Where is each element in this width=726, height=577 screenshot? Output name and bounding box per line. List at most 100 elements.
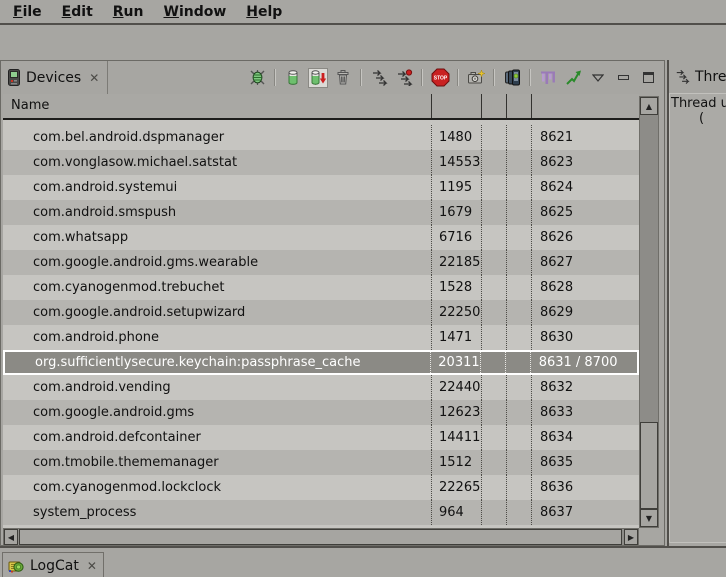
empty-cell — [481, 275, 506, 300]
tab-devices[interactable]: Devices ✕ — [1, 61, 108, 94]
process-name-cell: com.google.android.setupwizard — [3, 300, 431, 325]
table-row[interactable]: system_process 964 8637 — [3, 500, 639, 525]
devices-view: Devices ✕ — [0, 60, 665, 546]
table-row[interactable]: com.cyanogenmod.lockclock 22265 8636 — [3, 475, 639, 500]
port-cell: 8634 — [531, 425, 639, 450]
process-name-cell: com.android.defcontainer — [3, 425, 431, 450]
menu-run[interactable]: Run — [103, 2, 154, 22]
menu-edit[interactable]: Edit — [52, 2, 103, 22]
empty-cell — [506, 400, 531, 425]
tab-logcat[interactable]: LogCat ✕ — [2, 552, 104, 577]
horizontal-scrollbar[interactable]: ◀ ▶ — [3, 528, 639, 546]
empty-cell — [506, 250, 531, 275]
screen-capture-button[interactable] — [466, 68, 486, 88]
table-row[interactable]: com.android.phone 1471 8630 — [3, 325, 639, 350]
column-divider[interactable] — [506, 94, 507, 118]
scroll-right-button[interactable]: ▶ — [624, 529, 638, 545]
dump-hprof-button[interactable] — [308, 68, 328, 88]
empty-cell — [481, 150, 506, 175]
pid-cell: 14411 — [431, 425, 481, 450]
chevron-down-icon — [592, 74, 604, 82]
port-cell: 8635 — [531, 450, 639, 475]
opengl-trace-icon — [565, 69, 582, 86]
menu-help[interactable]: Help — [236, 2, 292, 22]
capture-view-hierarchy-button[interactable] — [502, 68, 522, 88]
empty-cell — [506, 500, 531, 525]
minimize-icon — [618, 75, 629, 80]
systrace-icon — [540, 70, 556, 86]
column-divider[interactable] — [531, 94, 532, 118]
column-header-name[interactable]: Name — [11, 98, 49, 113]
process-name-cell: com.bel.android.dspmanager — [3, 125, 431, 150]
pid-cell: 20311 — [430, 352, 480, 373]
empty-cell — [506, 175, 531, 200]
table-row[interactable]: com.tmobile.thememanager 1512 8635 — [3, 450, 639, 475]
pid-cell: 22185 — [431, 250, 481, 275]
vertical-scrollbar[interactable]: ▲ ▼ — [639, 96, 659, 528]
minimize-view-button[interactable] — [613, 68, 633, 88]
heap-cylinder-icon — [285, 69, 301, 86]
column-divider[interactable] — [481, 94, 482, 118]
empty-cell — [481, 250, 506, 275]
vertical-scrollbar-thumb[interactable] — [640, 422, 658, 509]
start-opengl-trace-button[interactable] — [563, 68, 583, 88]
scroll-up-button[interactable]: ▲ — [640, 97, 658, 115]
scroll-down-button[interactable]: ▼ — [640, 509, 658, 527]
empty-cell — [481, 500, 506, 525]
table-row[interactable]: com.android.smspush 1679 8625 — [3, 200, 639, 225]
port-cell: 8637 — [531, 500, 639, 525]
start-method-profiling-button[interactable] — [394, 68, 414, 88]
table-row[interactable]: com.google.android.gms 12623 8633 — [3, 400, 639, 425]
process-name-cell: com.google.android.gms.wearable — [3, 250, 431, 275]
tab-devices-close-icon[interactable]: ✕ — [87, 71, 99, 85]
device-phone-icon — [8, 69, 20, 86]
table-row[interactable]: com.whatsapp 6716 8626 — [3, 225, 639, 250]
table-header[interactable]: Name — [3, 94, 639, 120]
horizontal-scrollbar-thumb[interactable] — [19, 529, 622, 545]
port-cell: 8636 — [531, 475, 639, 500]
table-row[interactable]: com.android.systemui 1195 8624 — [3, 175, 639, 200]
devices-toolbar: STOP — [247, 64, 658, 91]
stop-process-button[interactable]: STOP — [430, 68, 450, 88]
table-row[interactable]: com.android.defcontainer 14411 8634 — [3, 425, 639, 450]
tab-logcat-close-icon[interactable]: ✕ — [85, 559, 97, 573]
threads-message-line2: ( — [670, 111, 726, 126]
process-name-cell: com.tmobile.thememanager — [3, 450, 431, 475]
pid-cell: 1480 — [431, 125, 481, 150]
debug-process-button[interactable] — [247, 68, 267, 88]
port-cell: 8633 — [531, 400, 639, 425]
maximize-view-button[interactable] — [638, 68, 658, 88]
port-cell: 8621 — [531, 125, 639, 150]
heap-dump-icon — [309, 69, 327, 86]
threads-message-line1: Thread up — [670, 94, 726, 111]
view-menu-button[interactable] — [588, 68, 608, 88]
update-heap-button[interactable] — [283, 68, 303, 88]
capture-system-trace-button[interactable] — [538, 68, 558, 88]
empty-cell — [506, 300, 531, 325]
process-name-cell: com.google.android.gms — [3, 400, 431, 425]
menu-file[interactable]: File — [3, 2, 52, 22]
table-row[interactable]: com.android.vending 22440 8632 — [3, 375, 639, 400]
pid-cell: 1528 — [431, 275, 481, 300]
table-row[interactable]: com.cyanogenmod.trebuchet 1528 8628 — [3, 275, 639, 300]
tab-threads-label[interactable]: Threads — [695, 69, 726, 85]
table-row[interactable]: com.bel.android.dspmanager 1480 8621 — [3, 125, 639, 150]
table-row[interactable]: com.google.android.setupwizard 22250 862… — [3, 300, 639, 325]
table-row[interactable]: org.sufficientlysecure.keychain:passphra… — [3, 350, 639, 375]
toolbar-separator — [457, 69, 459, 86]
table-row[interactable]: com.google.android.gms.wearable 22185 86… — [3, 250, 639, 275]
menu-window[interactable]: Window — [153, 2, 236, 22]
update-threads-button[interactable] — [369, 68, 389, 88]
table-row[interactable]: com.vonglasow.michael.satstat 14553 8623 — [3, 150, 639, 175]
scroll-left-button[interactable]: ◀ — [4, 529, 18, 545]
tab-devices-label: Devices — [26, 70, 81, 86]
toolbar-separator — [421, 69, 423, 86]
hierarchy-phone-icon — [504, 69, 521, 86]
empty-cell — [506, 425, 531, 450]
process-name-cell: com.android.phone — [3, 325, 431, 350]
pid-cell: 22265 — [431, 475, 481, 500]
pid-cell: 1471 — [431, 325, 481, 350]
column-divider[interactable] — [431, 94, 432, 118]
trash-icon — [335, 69, 351, 86]
cause-gc-button[interactable] — [333, 68, 353, 88]
